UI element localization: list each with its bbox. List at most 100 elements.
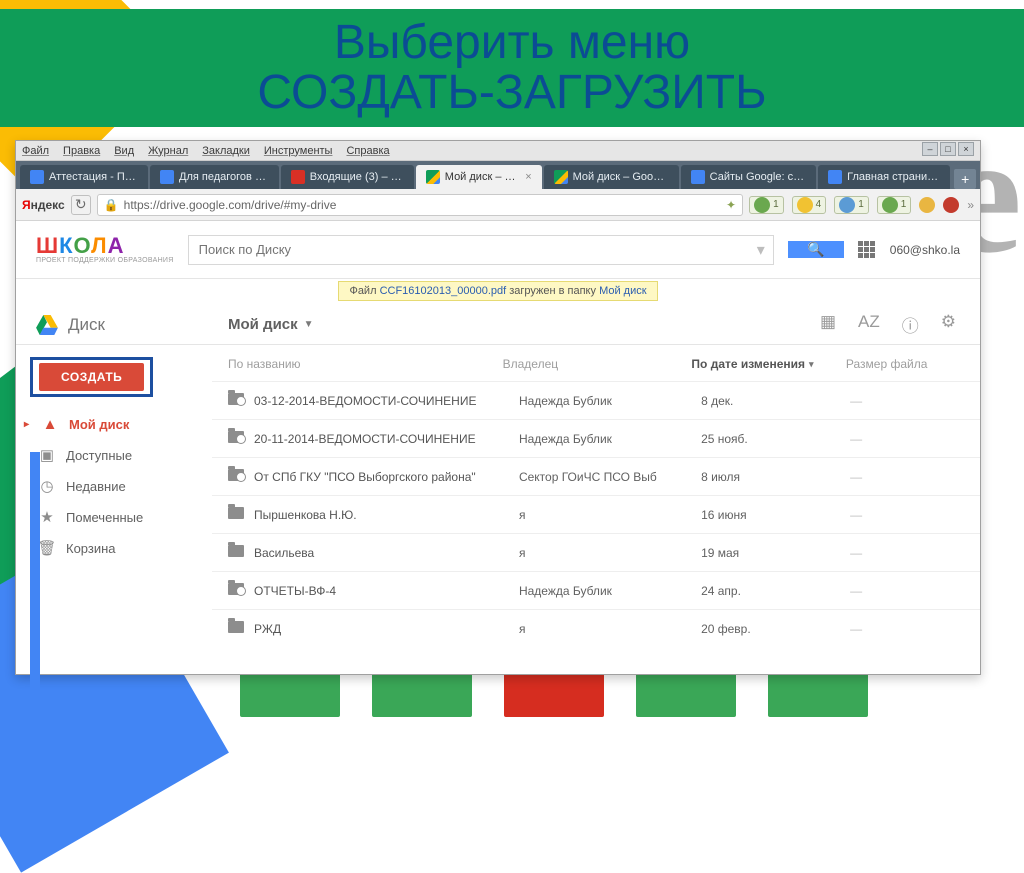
window-close[interactable]: ×: [958, 142, 974, 156]
notif-folder: Мой диск: [599, 285, 646, 297]
file-size: —: [850, 432, 966, 446]
sort-icon[interactable]: AZ: [858, 312, 880, 337]
badge-dot-icon: [839, 197, 855, 213]
nav-label: Корзина: [66, 541, 116, 556]
menu-файл[interactable]: Файл: [22, 145, 49, 157]
window-minimize[interactable]: –: [922, 142, 938, 156]
toolbar-badge[interactable]: 1: [749, 196, 784, 214]
bottom-color-bar: [240, 669, 868, 717]
badge-dot-icon: [754, 197, 770, 213]
nav-icon: ▣: [38, 446, 56, 464]
menu-справка[interactable]: Справка: [346, 145, 389, 157]
drive-search: ▾: [188, 235, 774, 265]
file-row[interactable]: 03-12-2014-ВЕДОМОСТИ-СОЧИНЕНИЕНадежда Бу…: [212, 381, 980, 419]
sidebar-item-Корзина[interactable]: 🗑Корзина: [30, 534, 197, 562]
col-date[interactable]: По дате изменения: [691, 357, 845, 371]
file-owner: я: [519, 508, 701, 522]
browser-tab[interactable]: Входящие (3) – 0...: [281, 165, 414, 189]
drive-nav: ▲Мой диск ▣Доступные ◷Недавние ★Помеченные 🗑…: [30, 411, 197, 562]
browser-tab[interactable]: Для педагогов - ...: [150, 165, 279, 189]
sidebar-item-Доступные[interactable]: ▣Доступные: [30, 441, 197, 469]
tab-favicon: [828, 170, 842, 184]
menu-правка[interactable]: Правка: [63, 145, 100, 157]
toolbar-ext-icon[interactable]: [919, 197, 935, 213]
address-bar[interactable]: 🔒 https://drive.google.com/drive/#my-dri…: [97, 194, 743, 216]
slide-title: Выберить меню СОЗДАТЬ-ЗАГРУЗИТЬ: [257, 18, 766, 119]
menu-журнал[interactable]: Журнал: [148, 145, 188, 157]
tab-label: Аттестация - По...: [49, 171, 138, 183]
user-email[interactable]: 060@shko.la: [890, 243, 960, 257]
window-maximize[interactable]: □: [940, 142, 956, 156]
nav-label: Недавние: [66, 479, 126, 494]
browser-tab[interactable]: Аттестация - По...: [20, 165, 148, 189]
folder-icon: [228, 544, 254, 561]
toolbar-badge[interactable]: 1: [877, 196, 912, 214]
browser-tab[interactable]: Мой диск – Googl...: [544, 165, 679, 189]
toolbar-ext-icon[interactable]: [943, 197, 959, 213]
reload-button[interactable]: ↻: [71, 195, 91, 215]
nav-icon: ▲: [41, 416, 59, 433]
search-input[interactable]: [189, 236, 757, 264]
file-name: 20-11-2014-ВЕДОМОСТИ-СОЧИНЕНИЕ: [254, 432, 519, 446]
tab-favicon: [30, 170, 44, 184]
create-button-highlight: СОЗДАТЬ: [30, 357, 153, 397]
browser-tab[interactable]: Мой диск – G...×: [416, 165, 542, 189]
browser-tab[interactable]: Сайты Google: са...: [681, 165, 817, 189]
file-name: Васильева: [254, 546, 519, 560]
toolbar-extensions: 1411»: [749, 196, 974, 214]
menu-вид[interactable]: Вид: [114, 145, 134, 157]
create-button[interactable]: СОЗДАТЬ: [39, 363, 144, 391]
file-row[interactable]: 20-11-2014-ВЕДОМОСТИ-СОЧИНЕНИЕНадежда Бу…: [212, 419, 980, 457]
menu-закладки[interactable]: Закладки: [202, 145, 250, 157]
file-row[interactable]: Васильевая19 мая—: [212, 533, 980, 571]
file-date: 20 февр.: [701, 622, 850, 636]
browser-tab[interactable]: Главная страниц...: [818, 165, 950, 189]
nav-icon: ★: [38, 508, 56, 526]
file-size: —: [850, 622, 966, 636]
sidebar-item-Недавние[interactable]: ◷Недавние: [30, 472, 197, 500]
drive-main: СОЗДАТЬ ▲Мой диск ▣Доступные ◷Недавние ★Пом…: [16, 345, 980, 674]
toolbar-badge[interactable]: 4: [792, 196, 827, 214]
file-name: РЖД: [254, 622, 519, 636]
tab-favicon: [554, 170, 568, 184]
folder-icon: [228, 468, 254, 485]
folder-icon: [228, 620, 254, 637]
col-owner[interactable]: Владелец: [503, 357, 692, 371]
menu-инструменты[interactable]: Инструменты: [264, 145, 333, 157]
file-name: 03-12-2014-ВЕДОМОСТИ-СОЧИНЕНИЕ: [254, 394, 519, 408]
col-name[interactable]: По названию: [228, 357, 503, 371]
file-row[interactable]: От СПб ГКУ "ПСО Выборгского района"Секто…: [212, 457, 980, 495]
toolbar-badge[interactable]: 1: [834, 196, 869, 214]
tab-label: Для педагогов - ...: [179, 171, 269, 183]
file-list: По названию Владелец По дате изменения Р…: [212, 345, 980, 674]
drive-sidebar: СОЗДАТЬ ▲Мой диск ▣Доступные ◷Недавние ★Пом…: [16, 345, 212, 674]
file-list-header: По названию Владелец По дате изменения Р…: [212, 345, 980, 381]
view-tools: ▦ AZ ⓘ ⚙: [820, 312, 980, 337]
file-row[interactable]: ОТЧЕТЫ-ВФ-4Надежда Бублик24 апр.—: [212, 571, 980, 609]
toolbar-overflow-icon[interactable]: »: [967, 198, 974, 212]
file-owner: Надежда Бублик: [519, 394, 701, 408]
folder-icon: [228, 392, 254, 409]
slide-title-band: Выберить меню СОЗДАТЬ-ЗАГРУЗИТЬ: [0, 9, 1024, 127]
tab-favicon: [691, 170, 705, 184]
breadcrumb[interactable]: Мой диск▼: [212, 316, 314, 333]
sidebar-item-Помеченные[interactable]: ★Помеченные: [30, 503, 197, 531]
window-controls: – □ ×: [922, 142, 974, 156]
gear-icon[interactable]: ⚙: [941, 312, 956, 337]
grid-view-icon[interactable]: ▦: [820, 312, 836, 337]
file-row[interactable]: Пыршенкова Н.Ю.я16 июня—: [212, 495, 980, 533]
file-owner: Надежда Бублик: [519, 432, 701, 446]
file-size: —: [850, 546, 966, 560]
info-icon[interactable]: ⓘ: [902, 312, 919, 337]
search-dropdown-caret[interactable]: ▾: [757, 240, 773, 260]
apps-icon[interactable]: [858, 241, 876, 259]
sidebar-item-Мой диск[interactable]: ▲Мой диск: [30, 411, 197, 438]
bookmark-star-icon[interactable]: ✦: [726, 198, 736, 212]
file-row[interactable]: РЖДя20 февр.—: [212, 609, 980, 647]
file-size: —: [850, 470, 966, 484]
col-size[interactable]: Размер файла: [846, 357, 966, 371]
new-tab-button[interactable]: +: [954, 169, 976, 189]
notification-row: Файл CCF16102013_00000.pdf загружен в па…: [16, 279, 980, 305]
search-button[interactable]: 🔍: [788, 241, 844, 258]
tab-close-icon[interactable]: ×: [525, 171, 531, 183]
